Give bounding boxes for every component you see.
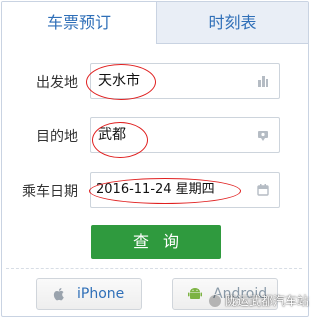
calendar-icon [257,184,269,196]
date-value: 2016-11-24 星期四 [96,182,215,197]
watermark-text: 陇运武都汽车站 [225,294,310,308]
date-field[interactable]: 2016-11-24 星期四 [90,172,280,208]
departure-label: 出发地 [36,75,78,91]
wechat-logo-icon [208,293,222,308]
destination-field[interactable]: 武都 [90,117,280,153]
building-icon [258,76,268,87]
destination-label: 目的地 [36,129,78,145]
android-icon [188,288,202,299]
date-label: 乘车日期 [22,184,78,200]
divider [6,268,302,269]
iphone-label: iPhone [77,286,125,302]
iphone-app-button[interactable]: iPhone [36,278,142,310]
apple-icon [53,288,64,301]
destination-value: 武都 [98,127,126,143]
tab-ticket-booking[interactable]: 车票预订 [2,2,157,44]
tab-bar: 车票预订 时刻表 [2,2,308,44]
watermark: 陇运武都汽车站 [208,292,309,309]
departure-value: 天水市 [98,73,140,89]
tab-timetable[interactable]: 时刻表 [157,2,308,44]
booking-widget: 车票预订 时刻表 [1,1,309,317]
departure-field[interactable]: 天水市 [90,63,280,99]
query-button[interactable]: 查询 [91,225,221,259]
location-icon [258,131,268,141]
